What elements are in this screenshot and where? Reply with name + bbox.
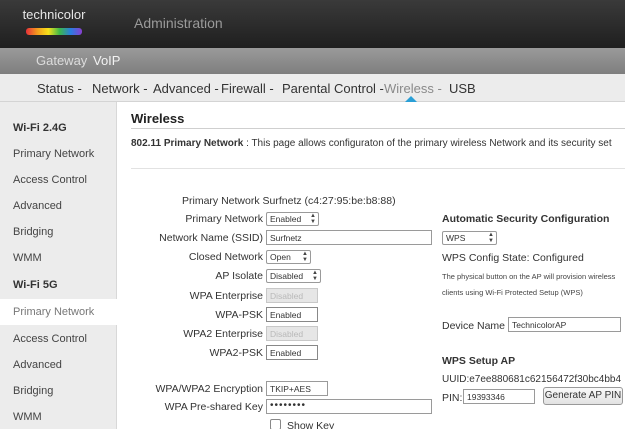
- page-description: 802.11 Primary Network : This page allow…: [131, 138, 612, 149]
- technicolor-logo[interactable]: technicolor: [8, 4, 100, 46]
- page-header-title: Administration: [134, 15, 223, 31]
- network-heading: Primary Network Surfnetz (c4:27:95:be:b8…: [182, 195, 396, 207]
- sidebar: Wi-Fi 2.4G Primary Network Access Contro…: [0, 102, 117, 429]
- encryption-field[interactable]: TKIP+AES: [266, 381, 328, 396]
- sidebar-item-bridging-5g[interactable]: Bridging: [0, 378, 117, 404]
- wpa-enterprise-label: WPA Enterprise: [189, 290, 263, 302]
- description-bold: 802.11 Primary Network: [131, 138, 244, 149]
- spinner-icon: ▲ ▼: [312, 270, 318, 282]
- spinner-icon: ▲ ▼: [302, 251, 308, 263]
- sidebar-item-advanced-24g[interactable]: Advanced: [0, 193, 117, 219]
- main-content: Wireless 802.11 Primary Network : This p…: [117, 102, 625, 429]
- psk-label: WPA Pre-shared Key: [164, 401, 263, 413]
- nav-usb[interactable]: USB: [449, 81, 476, 96]
- spinner-icon: ▲ ▼: [488, 232, 494, 244]
- wpa2-enterprise-field: Disabled: [266, 326, 318, 341]
- page-title: Wireless: [131, 111, 185, 126]
- brand-name: technicolor: [22, 7, 86, 22]
- wpa-enterprise-field: Disabled: [266, 288, 318, 303]
- nav-wireless[interactable]: Wireless -: [384, 81, 442, 96]
- auto-security-heading: Automatic Security Configuration: [442, 213, 610, 225]
- sidebar-item-wmm-24g[interactable]: WMM: [0, 245, 117, 271]
- section-divider: [131, 168, 625, 169]
- sidebar-heading-wifi-5g: Wi-Fi 5G: [13, 279, 58, 291]
- nav-status[interactable]: Status -: [37, 81, 82, 96]
- show-key-label: Show Key: [287, 420, 335, 429]
- sidebar-item-access-control-5g[interactable]: Access Control: [0, 326, 117, 352]
- sidebar-item-advanced-5g[interactable]: Advanced: [0, 352, 117, 378]
- wpa2-psk-label: WPA2-PSK: [209, 347, 263, 359]
- closed-network-label: Closed Network: [188, 251, 263, 263]
- encryption-label: WPA/WPA2 Encryption: [155, 383, 263, 395]
- device-name-label: Device Name: [442, 320, 506, 332]
- subtab-gateway[interactable]: Gateway: [36, 53, 87, 68]
- pin-input[interactable]: 19393346: [463, 389, 535, 404]
- wps-config-state: WPS Config State: Configured: [442, 252, 584, 264]
- closed-network-value: Open: [270, 252, 291, 262]
- sidebar-item-bridging-24g[interactable]: Bridging: [0, 219, 117, 245]
- ap-isolate-select[interactable]: Disabled ▲ ▼: [266, 269, 321, 283]
- show-key-checkbox[interactable]: [270, 419, 281, 429]
- generate-ap-pin-button[interactable]: Generate AP PIN: [543, 387, 623, 405]
- sidebar-item-primary-network-24g[interactable]: Primary Network: [0, 141, 117, 167]
- closed-network-select[interactable]: Open ▲ ▼: [266, 250, 311, 264]
- top-header: technicolor Administration: [0, 0, 625, 48]
- primary-network-value: Enabled: [270, 214, 302, 224]
- wps-uuid: UUID:e7ee880681c62156472f30bc4bb4: [442, 374, 622, 385]
- pin-label: PIN:: [442, 392, 463, 404]
- wpa2-psk-field[interactable]: Enabled: [266, 345, 318, 360]
- subtab-voip[interactable]: VoIP: [93, 53, 120, 68]
- wpa-psk-label: WPA-PSK: [215, 309, 263, 321]
- ap-isolate-value: Disabled: [270, 271, 304, 281]
- wpa-psk-field[interactable]: Enabled: [266, 307, 318, 322]
- sidebar-item-wmm-5g[interactable]: WMM: [0, 404, 117, 429]
- primary-network-select[interactable]: Enabled ▲ ▼: [266, 212, 319, 226]
- nav-parental-control[interactable]: Parental Control -: [282, 81, 384, 96]
- main-nav: Status - Network - Advanced - Firewall -…: [0, 74, 625, 102]
- device-name-input[interactable]: TechnicolorAP: [508, 317, 621, 332]
- psk-input[interactable]: ••••••••: [266, 399, 432, 414]
- sidebar-heading-wifi-24g: Wi-Fi 2.4G: [13, 122, 67, 134]
- wps-setup-heading: WPS Setup AP: [442, 355, 516, 367]
- nav-firewall[interactable]: Firewall -: [221, 81, 274, 96]
- description-text: : This page allows configuraton of the p…: [243, 138, 612, 149]
- wps-mode-select[interactable]: WPS ▲ ▼: [442, 231, 497, 245]
- wpa2-enterprise-label: WPA2 Enterprise: [183, 328, 263, 340]
- subtab-bar: Gateway VoIP: [0, 48, 625, 74]
- sidebar-item-primary-network-5g[interactable]: Primary Network: [0, 299, 117, 325]
- ssid-label: Network Name (SSID): [159, 232, 263, 244]
- wps-mode-value: WPS: [446, 233, 466, 243]
- sidebar-item-access-control-24g[interactable]: Access Control: [0, 167, 117, 193]
- spinner-icon: ▲ ▼: [310, 213, 316, 225]
- nav-network[interactable]: Network -: [92, 81, 148, 96]
- wps-note: The physical button on the AP will provi…: [442, 272, 616, 297]
- title-divider: [131, 128, 625, 129]
- nav-advanced[interactable]: Advanced -: [153, 81, 219, 96]
- ap-isolate-label: AP Isolate: [215, 270, 263, 282]
- logo-color-bar: [26, 28, 82, 35]
- primary-network-label: Primary Network: [185, 213, 263, 225]
- ssid-input[interactable]: Surfnetz: [266, 230, 432, 245]
